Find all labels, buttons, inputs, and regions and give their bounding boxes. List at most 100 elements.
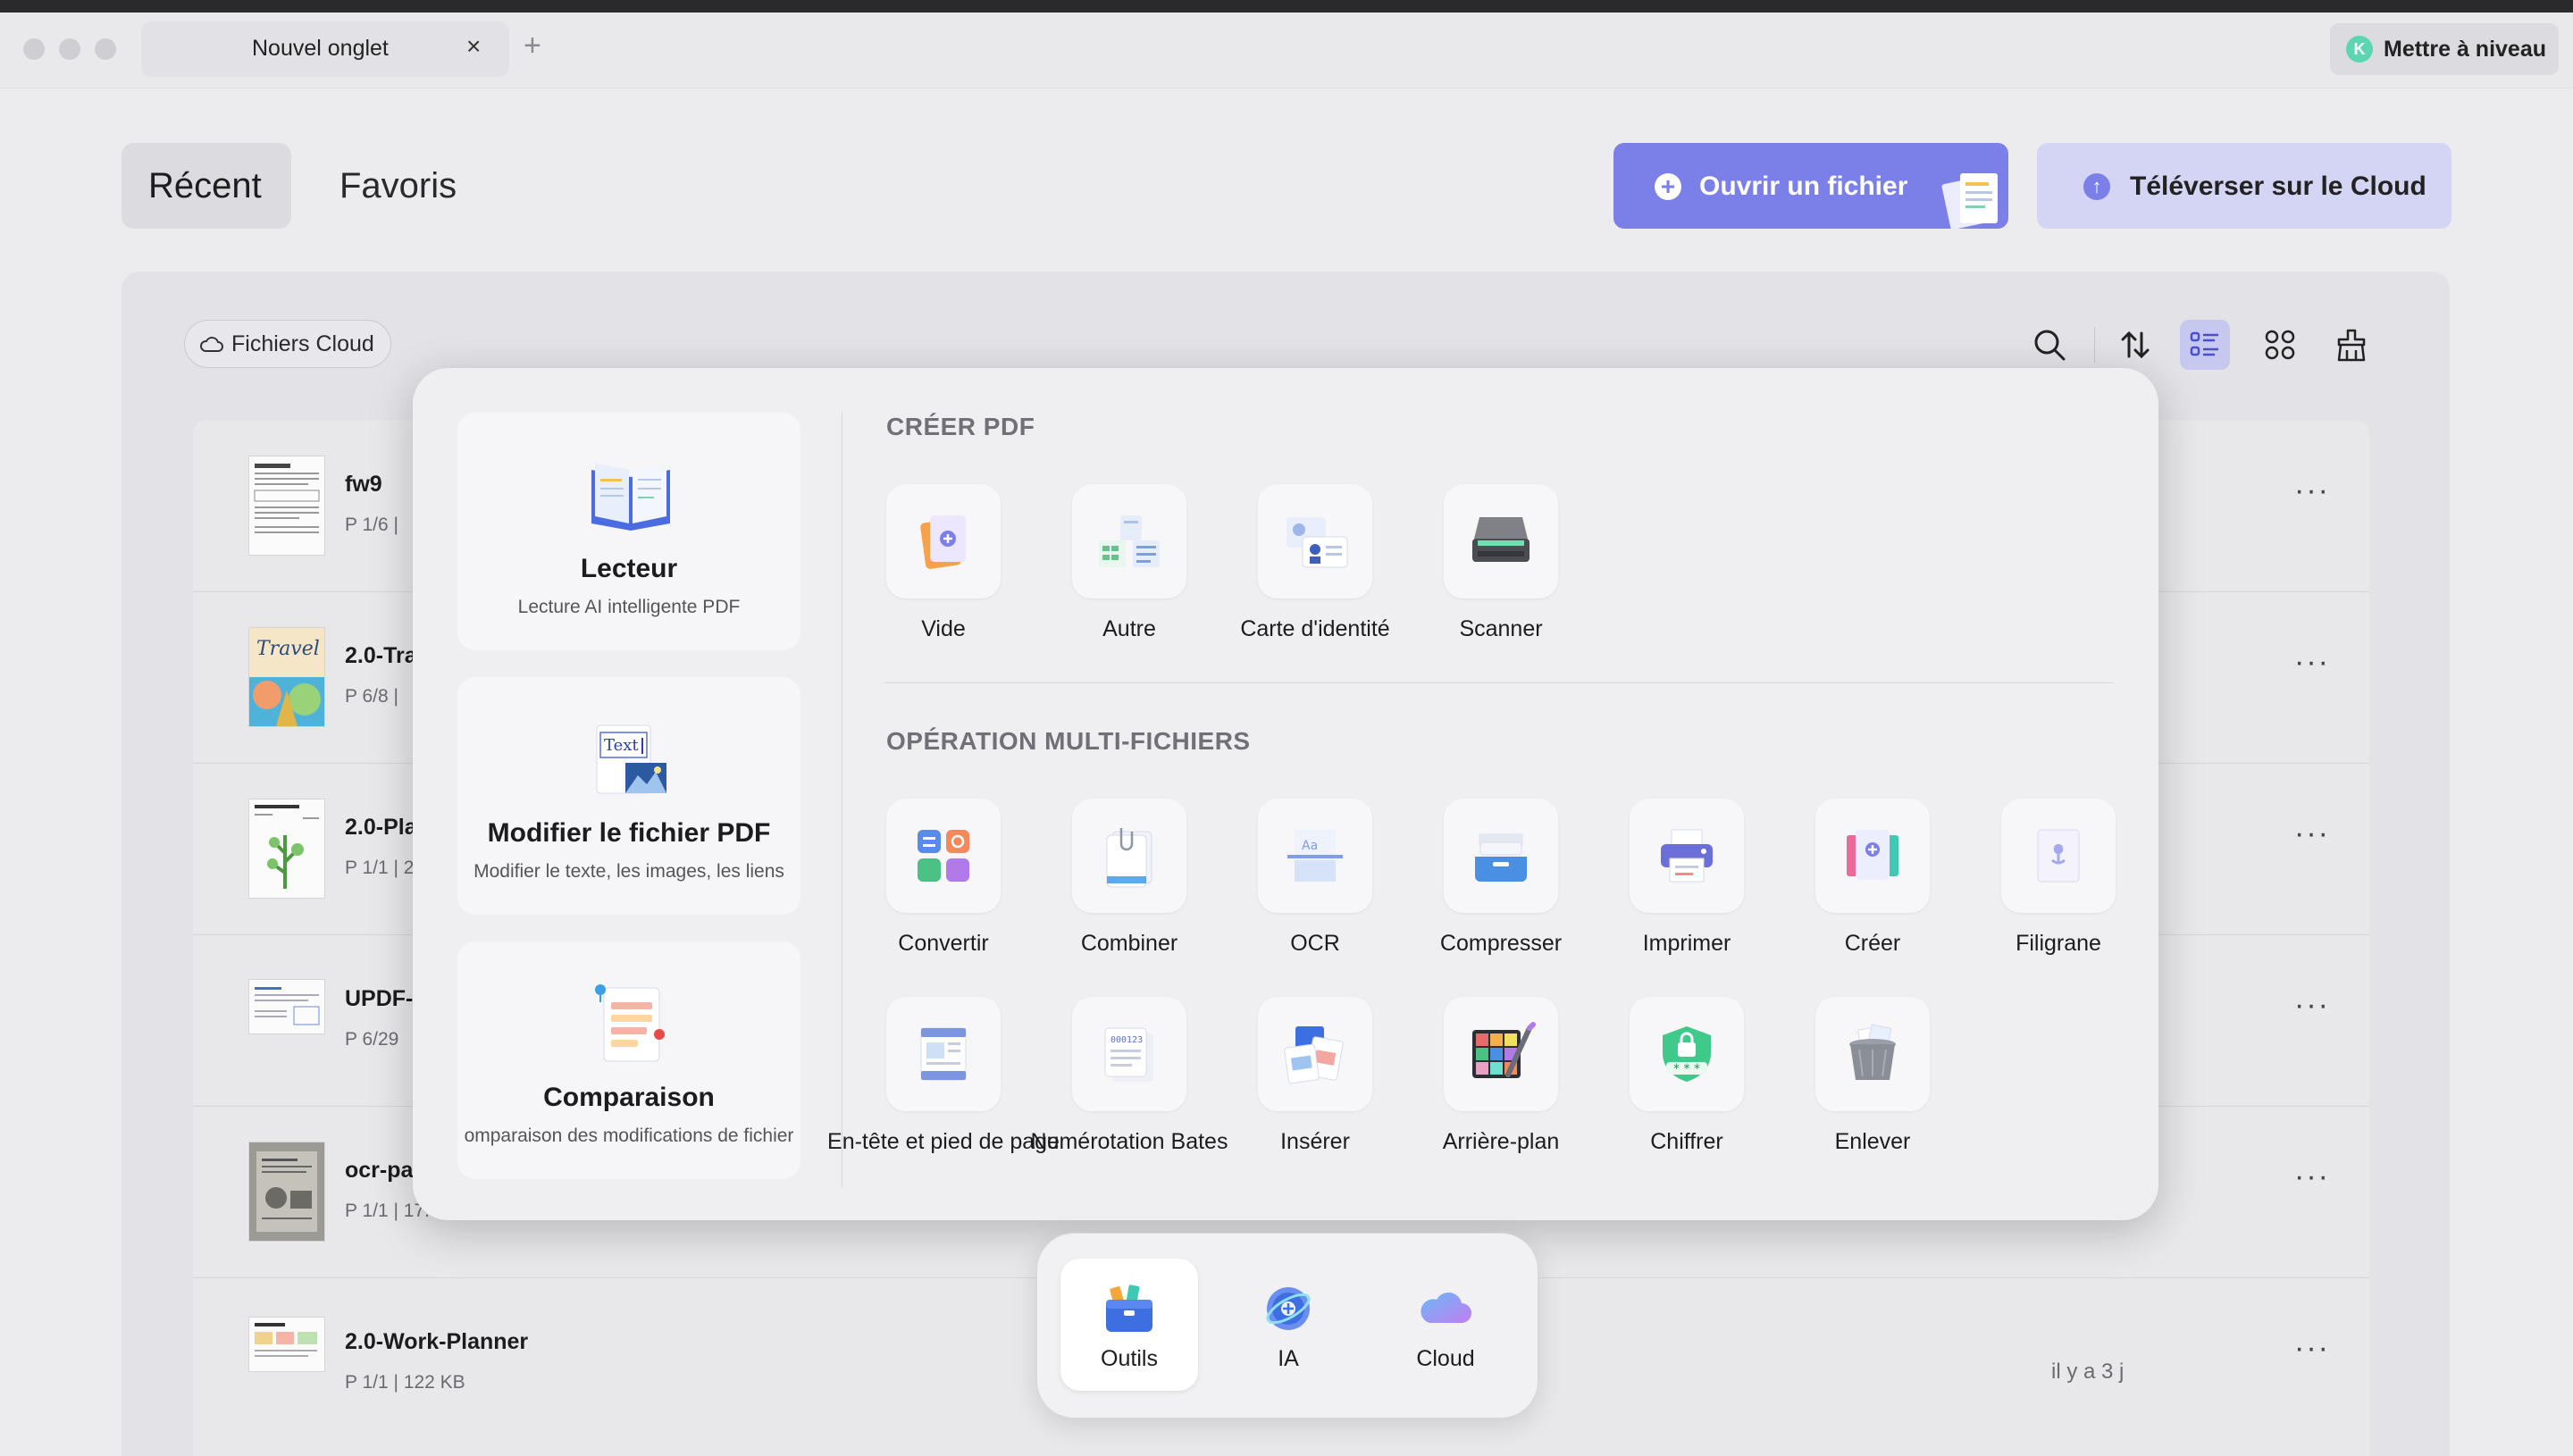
grid-view-icon — [2265, 330, 2295, 360]
encrypt-icon: * * * — [1663, 1026, 1711, 1082]
ocr-icon: Aa — [1287, 830, 1343, 882]
file-meta: P 1/1 | 2 — [345, 858, 415, 878]
compare-card[interactable]: Comparaison omparaison des modifications… — [457, 941, 800, 1179]
bottom-dock: Outils IA Cloud — [1036, 1233, 1538, 1418]
section-title-multi-files: OPÉRATION MULTI-FICHIERS — [886, 727, 1251, 755]
tool-scanner[interactable]: Scanner — [1394, 484, 1580, 663]
file-meta: P 6/8 | — [345, 686, 398, 707]
file-thumbnail: Travel — [248, 627, 325, 727]
tool-label: Enlever — [1834, 1129, 1911, 1154]
toolbar-divider — [2094, 327, 2095, 363]
svg-text:Text: Text — [604, 736, 639, 755]
header-footer-icon — [920, 1027, 967, 1081]
scanner-icon — [1472, 517, 1530, 562]
more-options-button[interactable]: ··· — [2294, 1159, 2330, 1194]
file-name: 2.0-Tra — [345, 643, 417, 668]
convert-icon — [918, 830, 969, 882]
combine-icon — [1106, 828, 1152, 888]
file-meta: P 6/29 — [345, 1029, 399, 1050]
background-icon — [1472, 1022, 1536, 1078]
file-name: 2.0-Work-Planner — [345, 1329, 529, 1354]
file-thumbnail — [248, 1317, 325, 1372]
bates-numbering-icon: 000123 — [1104, 1027, 1153, 1082]
upload-cloud-label: Téléverser sur le Cloud — [2130, 172, 2426, 201]
upgrade-label: Mettre à niveau — [2384, 36, 2547, 62]
more-options-button[interactable]: ··· — [2294, 1331, 2330, 1366]
list-view-icon — [2190, 331, 2218, 356]
edit-pdf-icon: Text — [596, 724, 666, 794]
edit-pdf-card[interactable]: Text Modifier le fichier PDF Modifier le… — [457, 677, 800, 915]
search-icon — [2034, 330, 2066, 361]
file-name: ocr-pa — [345, 1158, 414, 1183]
cloud-icon — [1421, 1292, 1471, 1323]
window-minimize-control[interactable] — [59, 38, 80, 60]
cloud-files-label: Fichiers Cloud — [231, 331, 374, 356]
dock-ai-label: IA — [1278, 1346, 1299, 1371]
edit-pdf-subtitle: Modifier le texte, les images, les liens — [474, 861, 784, 882]
svg-text:Aa: Aa — [1302, 839, 1318, 853]
upgrade-button[interactable]: K Mettre à niveau — [2330, 23, 2559, 75]
reader-book-icon — [591, 463, 670, 531]
dock-cloud-label: Cloud — [1416, 1346, 1475, 1371]
reader-card[interactable]: Lecteur Lecture AI intelligente PDF — [457, 413, 800, 650]
more-options-button[interactable]: ··· — [2294, 645, 2330, 680]
open-file-label: Ouvrir un fichier — [1699, 172, 1908, 201]
avatar: K — [2346, 36, 2373, 63]
edit-pdf-title: Modifier le fichier PDF — [487, 818, 771, 848]
tab-close-button[interactable]: × — [466, 32, 481, 61]
sort-button[interactable] — [2110, 320, 2160, 370]
window-close-control[interactable] — [23, 38, 45, 60]
blank-page-icon — [920, 515, 966, 569]
compare-title: Comparaison — [543, 1083, 715, 1112]
tab-label: Nouvel onglet — [252, 36, 389, 61]
id-card-icon — [1286, 517, 1348, 568]
file-modified-time: il y a 3 j — [2051, 1360, 2125, 1384]
tab-recent-label: Récent — [148, 166, 262, 205]
create-icon — [1847, 830, 1898, 880]
compare-icon — [595, 984, 665, 1062]
tools-popover: Lecteur Lecture AI intelligente PDF Text… — [413, 368, 2158, 1220]
insert-icon — [1284, 1026, 1344, 1084]
clear-button[interactable] — [2326, 320, 2376, 370]
sort-icon — [2121, 331, 2150, 359]
dock-tools-button[interactable]: Outils — [1060, 1259, 1198, 1391]
svg-text:Travel: Travel — [256, 638, 320, 660]
more-options-button[interactable]: ··· — [2294, 988, 2330, 1023]
file-meta: P 1/6 | — [345, 515, 398, 535]
file-name: 2.0-Pla — [345, 815, 417, 840]
tool-label: Filigrane — [2016, 931, 2101, 956]
section-title-create-pdf: CRÉER PDF — [886, 413, 1035, 440]
tab-favorites[interactable]: Favoris — [339, 166, 457, 206]
cloud-icon — [200, 337, 223, 352]
cloud-files-filter[interactable]: Fichiers Cloud — [184, 320, 391, 368]
file-thumbnail — [248, 979, 325, 1034]
more-options-button[interactable]: ··· — [2294, 473, 2330, 508]
compress-icon — [1475, 833, 1527, 882]
dock-tools-label: Outils — [1101, 1346, 1158, 1371]
tool-remove[interactable]: Enlever — [1765, 997, 1951, 1176]
file-name: fw9 — [345, 472, 382, 497]
reader-subtitle: Lecture AI intelligente PDF — [517, 597, 741, 617]
other-format-icon — [1099, 515, 1160, 567]
window-zoom-control[interactable] — [95, 38, 116, 60]
new-tab-button[interactable]: + — [524, 29, 541, 63]
watermark-icon — [2037, 829, 2080, 883]
file-thumbnail — [248, 1142, 325, 1242]
grid-view-button[interactable] — [2255, 320, 2305, 370]
dock-cloud-button[interactable]: Cloud — [1377, 1259, 1514, 1391]
file-meta: P 1/1 | 17. — [345, 1201, 430, 1221]
system-menubar — [0, 0, 2573, 13]
svg-text:000123: 000123 — [1110, 1035, 1143, 1045]
plus-circle-icon: + — [1655, 173, 1681, 200]
dock-ai-button[interactable]: IA — [1219, 1259, 1357, 1391]
ai-icon — [1266, 1287, 1311, 1330]
section-divider — [884, 682, 2114, 683]
print-icon — [1661, 829, 1713, 883]
more-options-button[interactable]: ··· — [2294, 816, 2330, 851]
tool-watermark[interactable]: Filigrane — [1951, 799, 2137, 977]
compare-subtitle: omparaison des modifications de fichier — [464, 1125, 794, 1146]
clear-icon — [2337, 329, 2366, 362]
file-thumbnail — [248, 456, 325, 556]
list-view-button[interactable] — [2180, 320, 2230, 370]
search-button[interactable] — [2024, 320, 2074, 370]
